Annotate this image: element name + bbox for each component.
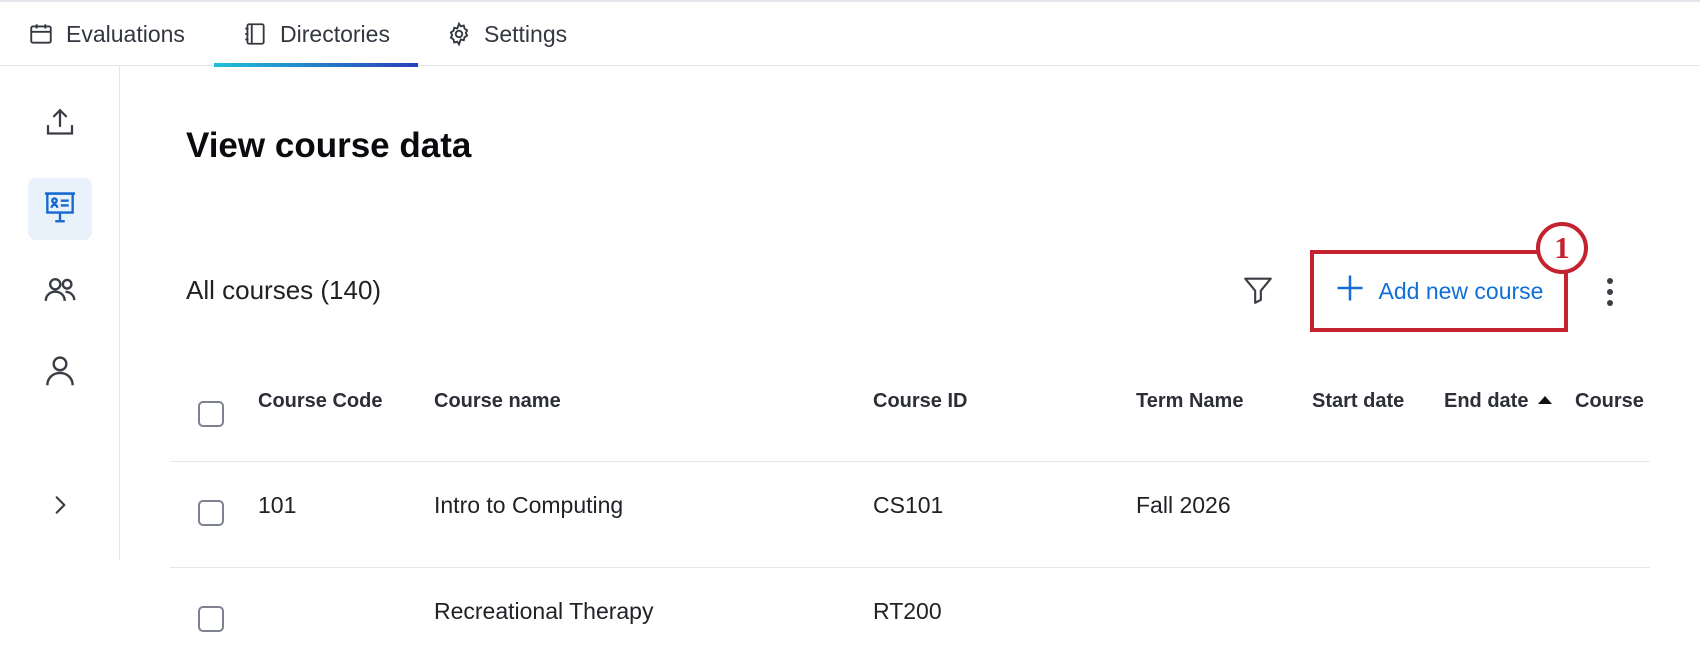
upload-icon <box>42 105 78 146</box>
sidebar-item-user[interactable] <box>28 342 92 404</box>
tab-settings-label: Settings <box>484 20 568 47</box>
column-header-end-date[interactable]: End date <box>1444 390 1553 413</box>
cell-course-name[interactable]: Intro to Computing <box>434 492 623 519</box>
row-checkbox[interactable] <box>198 606 224 632</box>
callout-badge: 1 <box>1536 222 1588 274</box>
filter-button[interactable] <box>1238 272 1278 312</box>
page-title: View course data <box>186 126 472 165</box>
add-new-course-label: Add new course <box>1378 277 1544 304</box>
column-header-start-date[interactable]: Start date <box>1312 390 1404 413</box>
more-dot <box>1607 289 1613 295</box>
sidebar-expand-button[interactable] <box>28 476 92 538</box>
tab-directories-label: Directories <box>280 20 390 47</box>
column-header-course-id[interactable]: Course ID <box>873 390 967 413</box>
row-checkbox[interactable] <box>198 500 224 526</box>
cell-course-name[interactable]: Recreational Therapy <box>434 598 653 625</box>
filter-icon <box>1241 273 1275 312</box>
table-divider <box>170 567 1650 568</box>
chevron-right-icon <box>47 492 73 523</box>
sort-ascending-icon <box>1538 396 1553 404</box>
tab-settings[interactable]: Settings <box>446 2 567 66</box>
cell-course-code: 101 <box>258 492 297 518</box>
sidebar-item-courses[interactable] <box>28 178 92 240</box>
column-header-course[interactable]: Course <box>1575 390 1644 413</box>
plus-icon <box>1335 273 1365 309</box>
more-dot <box>1607 278 1613 284</box>
select-all-checkbox[interactable] <box>198 401 224 427</box>
sidebar <box>0 66 120 560</box>
more-options-button[interactable] <box>1594 270 1626 314</box>
cell-course-id: RT200 <box>873 598 942 624</box>
tab-directories[interactable]: Directories <box>214 2 418 67</box>
tab-evaluations-label: Evaluations <box>66 20 185 47</box>
column-header-course-name[interactable]: Course name <box>434 390 561 413</box>
cell-course-id: CS101 <box>873 492 944 518</box>
tab-evaluations[interactable]: Evaluations <box>28 2 185 66</box>
active-tab-indicator <box>214 63 418 67</box>
course-count: All courses (140) <box>186 275 382 305</box>
sidebar-item-users[interactable] <box>28 260 92 322</box>
user-icon <box>41 352 79 395</box>
more-dot <box>1607 300 1613 306</box>
notebook-icon <box>242 21 268 47</box>
table-divider <box>170 461 1650 462</box>
calendar-icon <box>28 21 54 47</box>
users-icon <box>41 270 79 313</box>
add-new-course-button[interactable]: Add new course <box>1310 250 1568 332</box>
gear-icon <box>446 21 472 47</box>
cell-term-name: Fall 2026 <box>1136 492 1231 518</box>
top-nav: Evaluations Directories Settings <box>0 0 1700 67</box>
end-date-label: End date <box>1444 390 1529 412</box>
course-board-icon <box>41 188 79 231</box>
sidebar-item-upload[interactable] <box>28 94 92 156</box>
column-header-term-name[interactable]: Term Name <box>1136 390 1243 413</box>
column-header-course-code[interactable]: Course Code <box>258 390 382 413</box>
